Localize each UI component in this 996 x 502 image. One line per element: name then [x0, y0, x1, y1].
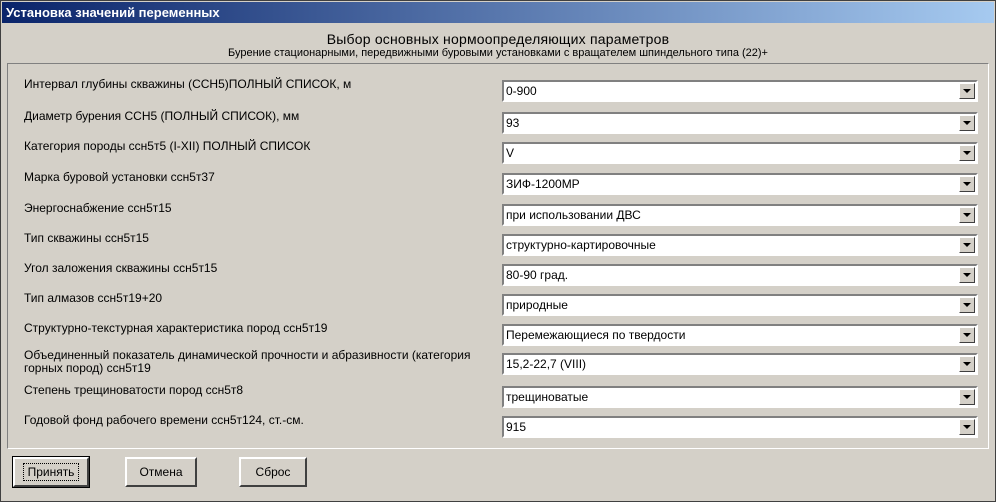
field-label: Угол заложения скважины ссн5т15 — [24, 261, 218, 275]
field-combobox[interactable]: ЗИФ-1200МР — [502, 173, 978, 195]
field-label: Тип скважины ссн5т15 — [24, 231, 149, 245]
reset-button[interactable]: Сброс — [239, 457, 307, 487]
dropdown-arrow-icon[interactable] — [959, 176, 975, 192]
dropdown-arrow-icon[interactable] — [959, 297, 975, 313]
dropdown-arrow-icon[interactable] — [959, 237, 975, 253]
field-label: Годовой фонд рабочего времени ссн5т124, … — [24, 413, 304, 427]
field-combobox[interactable]: V — [502, 142, 978, 164]
field-label: Объединенный показатель динамической про… — [24, 348, 471, 375]
parameters-panel: Интервал глубины скважины (ССН5)ПОЛНЫЙ С… — [7, 63, 989, 449]
cancel-button[interactable]: Отмена — [125, 457, 197, 487]
field-row: Тип скважины ссн5т15 структурно-картиров… — [8, 228, 988, 258]
field-label: Степень трещиноватости пород ссн5т8 — [24, 383, 244, 397]
field-combobox[interactable]: 80-90 град. — [502, 264, 978, 286]
field-combobox[interactable]: Перемежающиеся по твердости — [502, 324, 978, 346]
field-combobox[interactable]: 0-900 — [502, 80, 978, 102]
field-row: Марка буровой установки ссн5т37 ЗИФ-1200… — [8, 167, 988, 197]
field-row: Годовой фонд рабочего времени ссн5т124, … — [8, 410, 988, 440]
field-value: ЗИФ-1200МР — [506, 177, 580, 191]
field-row: Степень трещиноватости пород ссн5т8 трещ… — [8, 380, 988, 410]
field-label: Марка буровой установки ссн5т37 — [24, 170, 215, 184]
field-row: Категория породы ссн5т5 (I-XII) ПОЛНЫЙ С… — [8, 136, 988, 166]
field-row: Объединенный показатель динамической про… — [8, 347, 988, 377]
reset-button-label: Сброс — [255, 465, 291, 479]
form-heading: Выбор основных нормоопределяющих парамет… — [326, 31, 670, 47]
field-label: Категория породы ссн5т5 (I-XII) ПОЛНЫЙ С… — [24, 139, 311, 153]
field-label: Тип алмазов ссн5т19+20 — [24, 291, 163, 305]
field-value: V — [506, 146, 515, 160]
field-value: структурно-картировочные — [506, 238, 656, 252]
field-value: 93 — [506, 116, 520, 130]
dropdown-arrow-icon[interactable] — [959, 356, 975, 372]
field-combobox[interactable]: 915 — [502, 416, 978, 438]
field-combobox[interactable]: трещиноватые — [502, 386, 978, 408]
field-combobox[interactable]: структурно-картировочные — [502, 234, 978, 256]
field-value: 0-900 — [506, 84, 537, 98]
dialog-window: Установка значений переменных Выбор осно… — [0, 0, 996, 502]
accept-button-label: Принять — [22, 463, 80, 481]
field-combobox[interactable]: при использовании ДВС — [502, 204, 978, 226]
field-row: Интервал глубины скважины (ССН5)ПОЛНЫЙ С… — [8, 74, 988, 104]
field-row: Диаметр бурения ССН5 (ПОЛНЫЙ СПИСОК), мм… — [8, 106, 988, 136]
field-label: Интервал глубины скважины (ССН5)ПОЛНЫЙ С… — [24, 77, 352, 91]
dropdown-arrow-icon[interactable] — [959, 115, 975, 131]
field-value: 80-90 град. — [506, 268, 569, 282]
field-value: природные — [506, 298, 568, 312]
form-subheading: Бурение стационарными, передвижными буро… — [228, 47, 768, 59]
field-row: Угол заложения скважины ссн5т15 80-90 гр… — [8, 258, 988, 288]
field-combobox[interactable]: природные — [502, 294, 978, 316]
dropdown-arrow-icon[interactable] — [959, 83, 975, 99]
field-combobox[interactable]: 93 — [502, 112, 978, 134]
field-combobox[interactable]: 15,2-22,7 (VIII) — [502, 353, 978, 375]
field-row: Энергоснабжение ссн5т15 при использовани… — [8, 198, 988, 228]
dropdown-arrow-icon[interactable] — [959, 267, 975, 283]
field-value: трещиноватые — [506, 390, 589, 404]
dropdown-arrow-icon[interactable] — [959, 389, 975, 405]
field-value: при использовании ДВС — [506, 208, 641, 222]
field-value: Перемежающиеся по твердости — [506, 328, 686, 342]
dropdown-arrow-icon[interactable] — [959, 207, 975, 223]
field-row: Тип алмазов ссн5т19+20 природные — [8, 288, 988, 318]
field-label: Диаметр бурения ССН5 (ПОЛНЫЙ СПИСОК), мм — [24, 109, 300, 123]
dropdown-arrow-icon[interactable] — [959, 419, 975, 435]
field-row: Структурно-текстурная характеристика пор… — [8, 318, 988, 348]
field-label: Структурно-текстурная характеристика пор… — [24, 321, 328, 335]
field-label: Энергоснабжение ссн5т15 — [24, 201, 172, 215]
dropdown-arrow-icon[interactable] — [959, 327, 975, 343]
cancel-button-label: Отмена — [139, 465, 183, 479]
accept-button[interactable]: Принять — [12, 456, 90, 488]
dropdown-arrow-icon[interactable] — [959, 145, 975, 161]
window-title[interactable]: Установка значений переменных — [2, 2, 994, 23]
field-value: 15,2-22,7 (VIII) — [506, 357, 587, 371]
field-value: 915 — [506, 420, 527, 434]
